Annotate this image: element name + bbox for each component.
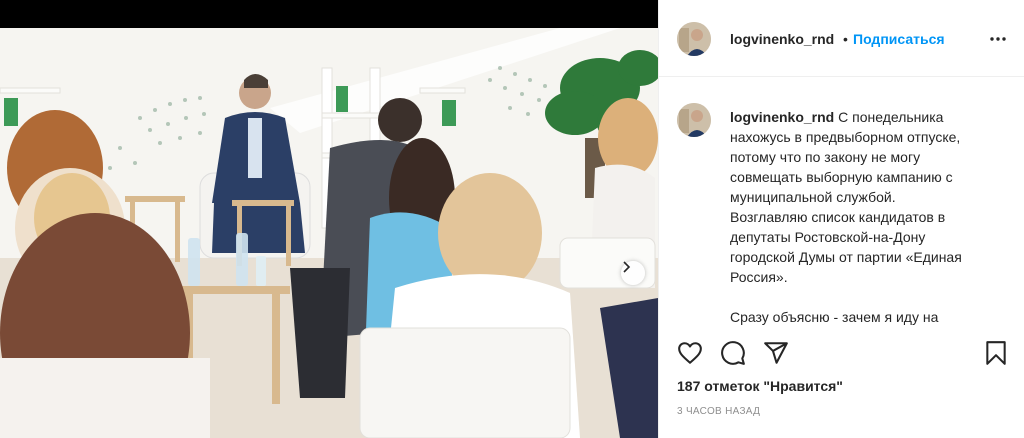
bookmark-icon bbox=[986, 341, 1006, 365]
post-timestamp[interactable]: 3 ЧАСОВ НАЗАД bbox=[677, 406, 760, 417]
follow-button[interactable]: Подписаться bbox=[853, 31, 945, 47]
post-side-panel: logvinenko_rnd • Подписаться logvinenko_… bbox=[658, 0, 1024, 438]
caption-username[interactable]: logvinenko_rnd bbox=[730, 109, 834, 125]
share-button[interactable] bbox=[763, 340, 789, 366]
post-caption: logvinenko_rnd С понедельника нахожусь в… bbox=[730, 107, 992, 327]
post-author-username[interactable]: logvinenko_rnd bbox=[730, 31, 834, 47]
more-options-button[interactable] bbox=[989, 30, 1007, 48]
caption-line: совмещать выборную кампанию с bbox=[730, 169, 953, 185]
more-horizontal-icon bbox=[990, 37, 1006, 41]
save-button[interactable] bbox=[983, 340, 1009, 366]
instagram-post-window: logvinenko_rnd • Подписаться logvinenko_… bbox=[0, 0, 1024, 438]
caption-blank-line bbox=[730, 287, 992, 307]
caption-line: Возглавляю список кандидатов в bbox=[730, 209, 946, 225]
likes-count[interactable]: 187 отметок "Нравится" bbox=[677, 378, 843, 394]
avatar-image bbox=[677, 22, 711, 56]
post-actions-bar bbox=[659, 340, 1024, 370]
photo-scene-conference bbox=[0, 28, 658, 438]
chevron-right-icon bbox=[623, 261, 631, 273]
photo-top-letterbox bbox=[0, 0, 658, 28]
caption-line: муниципальной службой. bbox=[730, 189, 896, 205]
caption-avatar[interactable] bbox=[677, 103, 711, 137]
header-separator: • bbox=[843, 31, 848, 47]
caption-line: городской Думы от партии «Единая bbox=[730, 249, 962, 265]
caption-line: Сразу объясню - зачем я иду на bbox=[730, 309, 939, 325]
caption-line: депутаты Ростовской-на-Дону bbox=[730, 229, 926, 245]
like-button[interactable] bbox=[677, 340, 703, 366]
comment-button[interactable] bbox=[720, 340, 746, 366]
comment-icon bbox=[721, 341, 745, 365]
caption-line: С понедельника bbox=[838, 109, 944, 125]
caption-line: нахожусь в предвыборном отпуске, bbox=[730, 129, 961, 145]
caption-line: потому что по закону не могу bbox=[730, 149, 921, 165]
share-icon bbox=[764, 342, 788, 364]
avatar[interactable] bbox=[677, 22, 711, 56]
next-photo-button[interactable] bbox=[621, 261, 645, 285]
post-photo[interactable] bbox=[0, 28, 658, 438]
avatar-image bbox=[677, 103, 711, 137]
heart-icon bbox=[678, 342, 702, 364]
caption-line: Россия». bbox=[730, 269, 788, 285]
post-header: logvinenko_rnd • Подписаться bbox=[659, 0, 1024, 77]
